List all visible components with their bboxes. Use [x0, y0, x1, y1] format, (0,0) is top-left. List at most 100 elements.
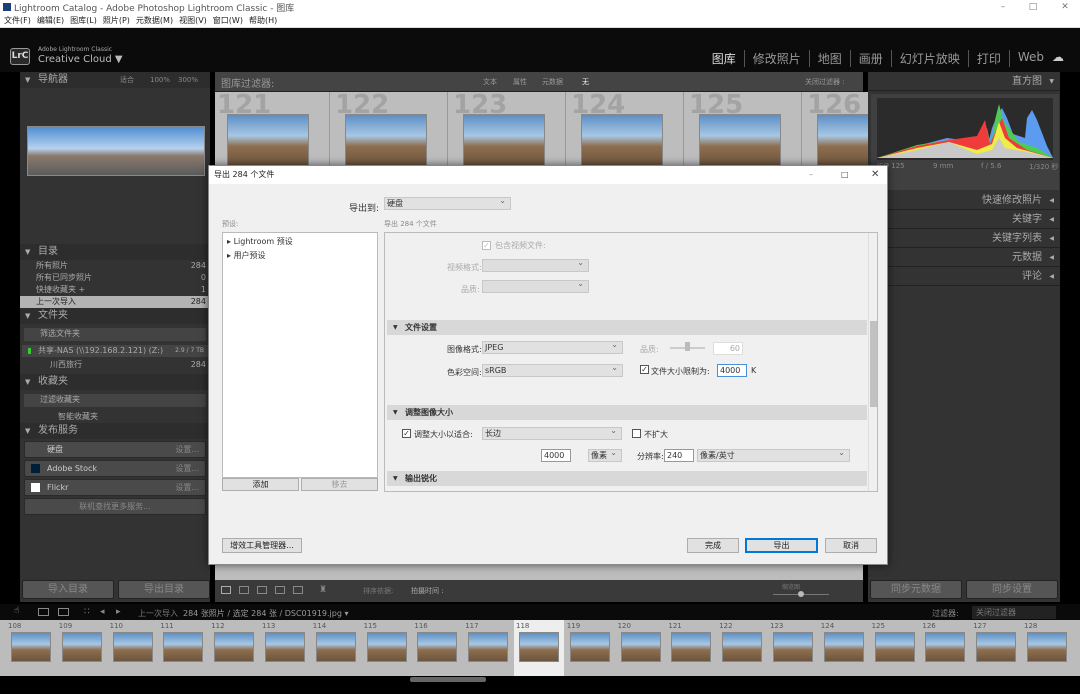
module-book[interactable]: 画册 — [851, 50, 892, 67]
filmstrip-thumbnail[interactable] — [61, 632, 102, 662]
loupe-view-icon[interactable] — [239, 586, 249, 594]
forward-arrow-icon[interactable]: ▸ — [116, 607, 121, 617]
color-space-dropdown[interactable]: sRGB — [482, 362, 623, 377]
photo-thumbnail[interactable] — [345, 114, 427, 168]
resize-fit-dropdown[interactable]: 长边 — [482, 425, 622, 440]
histogram-header[interactable]: 直方图 ▼ — [868, 72, 1060, 91]
limit-file-size-checkbox[interactable]: ✓ — [640, 365, 649, 374]
collection-filter[interactable]: 过滤收藏夹 — [24, 394, 206, 407]
module-print[interactable]: 打印 — [969, 50, 1010, 67]
filmstrip-thumbnail[interactable] — [671, 632, 712, 662]
file-settings-header[interactable]: ▼ 文件设置 — [387, 320, 867, 335]
zoom-100[interactable]: 100% — [150, 72, 170, 88]
catalog-item-last-import[interactable]: 上一次导入 284 — [20, 296, 210, 308]
filter-tab-text[interactable]: 文本 — [483, 77, 497, 87]
filmstrip-thumbnail[interactable] — [569, 632, 610, 662]
module-map[interactable]: 地图 — [810, 50, 851, 67]
export-to-dropdown[interactable]: 硬盘 — [384, 195, 511, 210]
panel-comments[interactable]: 评论 ◀ — [868, 267, 1060, 286]
filmstrip-thumbnail[interactable] — [925, 632, 966, 662]
menu-photo[interactable]: 照片(P) — [103, 15, 130, 26]
cancel-button[interactable]: 取消 — [825, 538, 877, 553]
publish-header[interactable]: ▼ 发布服务 — [20, 423, 210, 439]
compare-view-icon[interactable] — [257, 586, 267, 594]
grid-icon[interactable]: ∷ — [84, 607, 90, 617]
filmstrip-filter-dropdown[interactable]: 关闭过滤器 — [972, 606, 1056, 619]
filmstrip-thumbnail[interactable] — [1027, 632, 1067, 662]
panel-keyword-list[interactable]: 关键字列表 ◀ — [868, 229, 1060, 248]
include-video-checkbox[interactable]: ✓ — [482, 241, 491, 250]
maximize-button[interactable]: □ — [1020, 0, 1046, 14]
filter-tab-attribute[interactable]: 属性 — [513, 77, 527, 87]
resize-header[interactable]: ▼ 调整图像大小 — [387, 405, 867, 420]
module-develop[interactable]: 修改照片 — [745, 50, 810, 67]
filmstrip-thumbnail[interactable] — [823, 632, 864, 662]
people-view-icon[interactable] — [293, 586, 303, 594]
sync-metadata-button[interactable]: 同步元数据 — [870, 580, 962, 599]
navigator-header[interactable]: ▼ 导航器 适合 100% 300% — [20, 72, 210, 88]
grid-cell[interactable]: 125 — [687, 92, 802, 168]
filmstrip-thumbnail[interactable] — [163, 632, 204, 662]
navigator-preview[interactable] — [27, 126, 205, 176]
filmstrip-thumbnail[interactable] — [468, 632, 509, 662]
find-more-services[interactable]: 联机查找更多服务... — [24, 498, 206, 515]
publish-harddisk[interactable]: 硬盘 设置... — [24, 441, 206, 458]
folder-filter[interactable]: 筛选文件夹 — [24, 328, 206, 341]
survey-view-icon[interactable] — [275, 586, 285, 594]
dialog-close-button[interactable]: ✕ — [871, 166, 879, 184]
filmstrip-thumbnail[interactable] — [417, 632, 458, 662]
photo-thumbnail[interactable] — [227, 114, 309, 168]
volume-row[interactable]: 共享-NAS (\\192.168.2.121) (Z:) 2.9 / 7 TB — [22, 345, 208, 357]
image-format-dropdown[interactable]: JPEG — [482, 339, 623, 354]
scrollbar-thumb[interactable] — [870, 321, 877, 407]
filmstrip-info[interactable]: 284 张照片 / 选定 284 张 / DSC01919.jpg ▾ — [183, 608, 348, 619]
filmstrip-thumbnail[interactable] — [315, 632, 356, 662]
catalog-item-quick[interactable]: 快捷收藏夹 + 1 — [20, 284, 210, 296]
filmstrip-thumbnail[interactable] — [722, 632, 763, 662]
panel-metadata[interactable]: 元数据 ◀ — [868, 248, 1060, 267]
filmstrip-thumbnail[interactable] — [620, 632, 661, 662]
painter-icon[interactable]: ♜ — [319, 585, 327, 595]
panel-quick-develop[interactable]: 快速修改照片 ◀ — [868, 191, 1060, 210]
filmstrip-source[interactable]: 上一次导入 — [138, 608, 178, 619]
grid-cell[interactable]: 123 — [451, 92, 566, 168]
export-button[interactable]: 导出 — [745, 538, 818, 553]
catalog-header[interactable]: ▼ 目录 — [20, 244, 210, 260]
grid-cell[interactable]: 124 — [569, 92, 684, 168]
dont-enlarge-checkbox[interactable] — [632, 429, 641, 438]
plugin-manager-button[interactable]: 增效工具管理器... — [222, 538, 302, 553]
folders-header[interactable]: ▼ 文件夹 — [20, 308, 210, 324]
dialog-minimize-button[interactable]: – — [809, 166, 813, 184]
filmstrip-scrollbar[interactable] — [410, 677, 486, 682]
filmstrip-thumbnail[interactable] — [366, 632, 407, 662]
filmstrip-thumbnail[interactable] — [976, 632, 1017, 662]
import-catalog-button[interactable]: 导入目录 — [22, 580, 114, 599]
touch-icon[interactable]: ☝ — [14, 606, 19, 616]
slider-handle[interactable] — [798, 591, 804, 597]
filmstrip-thumbnail[interactable] — [214, 632, 255, 662]
filmstrip-thumbnail[interactable] — [11, 632, 51, 662]
resolution-input[interactable]: 240 — [664, 449, 694, 462]
add-preset-button[interactable]: 添加 — [222, 478, 299, 491]
main-window-icon[interactable] — [38, 608, 49, 616]
folder-item[interactable]: 川西旅行 284 — [20, 359, 210, 371]
zoom-300[interactable]: 300% — [178, 72, 198, 88]
photo-thumbnail[interactable] — [699, 114, 781, 168]
dialog-maximize-button[interactable]: □ — [841, 166, 849, 184]
settings-scrollbar[interactable] — [868, 233, 877, 491]
grid-view-icon[interactable] — [221, 586, 231, 594]
module-library[interactable]: 图库 — [704, 50, 745, 67]
module-slideshow[interactable]: 幻灯片放映 — [892, 50, 969, 67]
preset-group-user[interactable]: ▸ 用户预设 — [223, 250, 377, 261]
menu-file[interactable]: 文件(F) — [4, 15, 31, 26]
filmstrip-thumbnail[interactable] — [265, 632, 305, 662]
service-settings[interactable]: 设置... — [175, 480, 199, 495]
file-size-limit-input[interactable]: 4000 — [717, 364, 747, 377]
service-settings[interactable]: 设置... — [175, 442, 199, 457]
back-arrow-icon[interactable]: ◂ — [100, 607, 105, 617]
filter-tab-metadata[interactable]: 元数据 — [542, 77, 563, 87]
video-quality-dropdown[interactable] — [482, 278, 589, 293]
menu-library[interactable]: 图库(L) — [70, 15, 97, 26]
collections-header[interactable]: ▼ 收藏夹 — [20, 374, 210, 390]
quality-slider-handle[interactable] — [685, 342, 690, 351]
